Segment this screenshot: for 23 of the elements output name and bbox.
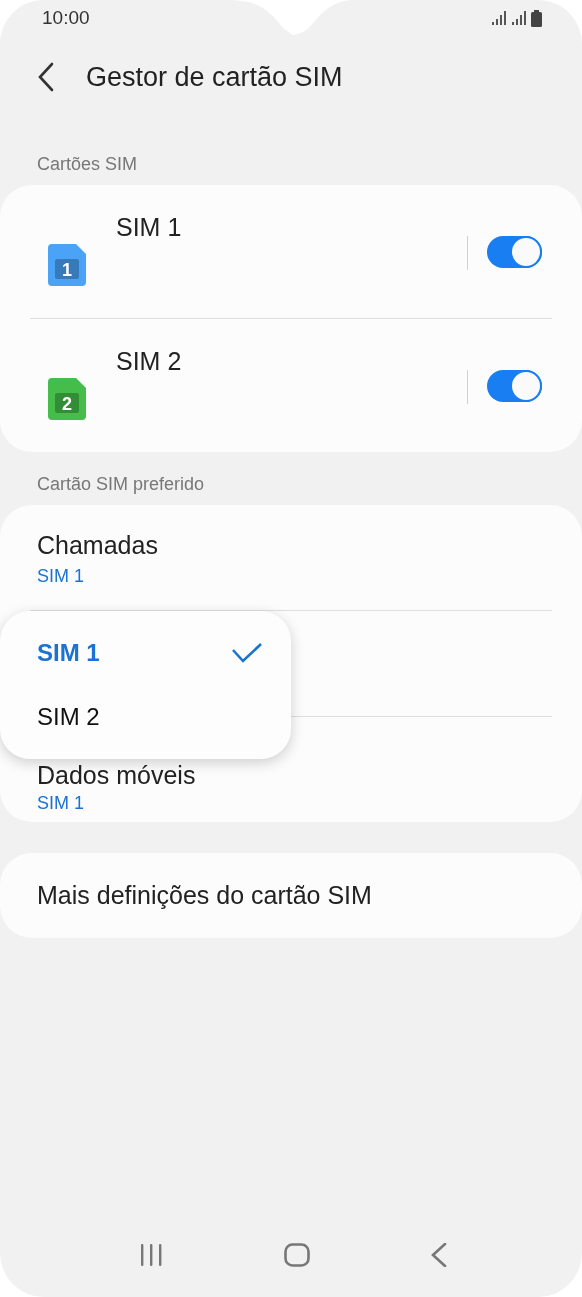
battery-icon [531,9,542,27]
menu-option[interactable]: SIM 1 [0,621,291,685]
section-heading: Cartões SIM [37,154,138,174]
setting-label: Chamadas [37,531,159,560]
home-icon[interactable] [284,1243,311,1267]
page-title: Gestor de cartão SIM [86,61,343,93]
setting-value: SIM 1 [37,566,85,587]
signal-icon [491,10,507,26]
back-icon[interactable] [430,1243,447,1267]
check-icon [231,642,263,664]
setting-label: Dados móveis [37,761,197,790]
sim-card-icon: 1 [48,243,86,286]
setting-value: SIM 1 [37,793,85,814]
status-time: 10:00 [42,7,90,29]
signal-icon [511,10,527,26]
menu-option[interactable]: SIM 2 [0,685,291,749]
toggle-switch[interactable] [487,369,542,402]
sim-name: SIM 2 [116,347,182,376]
toggle-switch[interactable] [487,235,542,268]
section-heading: Cartão SIM preferido [37,474,205,494]
sim-card-icon: 2 [48,377,86,420]
sim-name: SIM 1 [116,213,182,242]
settings-link[interactable]: Mais definições do cartão SIM [0,853,582,938]
